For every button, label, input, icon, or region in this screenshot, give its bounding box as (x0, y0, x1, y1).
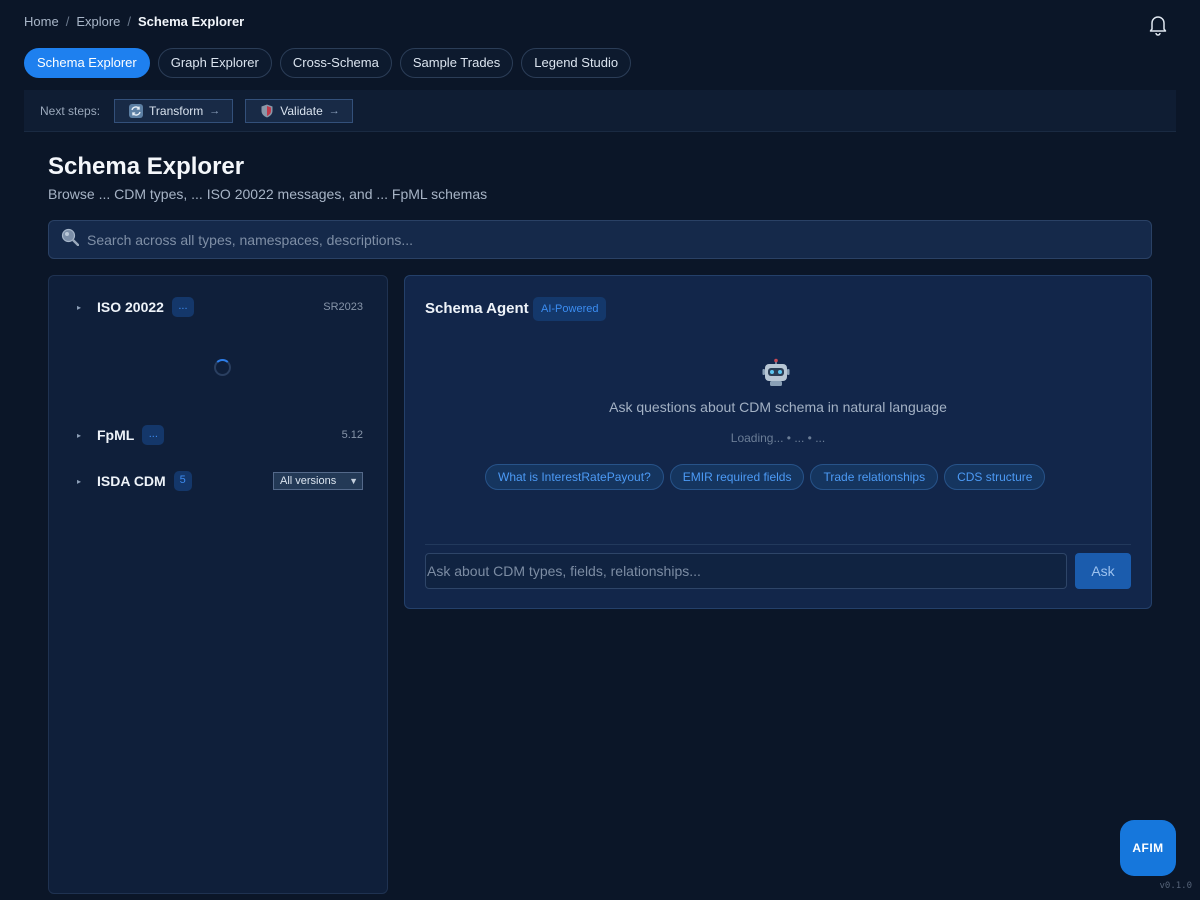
tab-cross-schema[interactable]: Cross-Schema (279, 48, 392, 78)
loading-spinner (214, 359, 231, 376)
agent-title: Schema Agent (425, 300, 529, 317)
ai-powered-badge: AI-Powered (533, 297, 607, 321)
caret-icon[interactable]: ▸ (77, 431, 97, 440)
afim-fab-button[interactable]: AFIM (1120, 820, 1176, 876)
count-badge: 5 (173, 471, 192, 491)
validate-label: Validate (280, 103, 323, 118)
top-bar: Home / Explore / Schema Explorer (24, 14, 1176, 36)
breadcrumb-separator: / (127, 14, 132, 29)
breadcrumb-current: Schema Explorer (138, 14, 245, 29)
breadcrumb-home[interactable]: Home (24, 14, 59, 29)
breadcrumb-separator: / (65, 14, 70, 29)
suggestion-chip[interactable]: What is InterestRatePayout? (485, 464, 664, 490)
chevron-down-icon: ▼ (349, 476, 358, 486)
search-bar (48, 220, 1152, 259)
schema-row-fpml[interactable]: ▸ FpML ... 5.12 (77, 423, 363, 447)
shield-icon (260, 104, 274, 118)
schema-row-iso20022[interactable]: ▸ ISO 20022 ... SR2023 (77, 295, 363, 319)
ask-button[interactable]: Ask (1075, 553, 1131, 589)
transform-icon (129, 103, 144, 118)
page-subtitle: Browse ... CDM types, ... ISO 20022 mess… (48, 186, 488, 202)
count-badge: ... (171, 297, 194, 317)
next-steps-bar: Next steps: Transform → Validate → (24, 90, 1176, 132)
tab-schema-explorer[interactable]: Schema Explorer (24, 48, 150, 78)
caret-icon[interactable]: ▸ (77, 303, 97, 312)
schema-tree-panel: ▸ ISO 20022 ... SR2023 ▸ FpML ... 5.12 ▸… (48, 275, 388, 894)
count-badge: ... (142, 425, 165, 445)
suggestion-chip[interactable]: EMIR required fields (669, 464, 805, 490)
caret-icon[interactable]: ▸ (77, 477, 97, 486)
arrow-right-icon: → (328, 104, 340, 117)
schema-agent-panel: Schema Agent AI-Powered Ask questions ab… (404, 275, 1152, 609)
breadcrumb-explore[interactable]: Explore (76, 14, 120, 29)
suggestion-chip[interactable]: CDS structure (944, 464, 1046, 490)
breadcrumb: Home / Explore / Schema Explorer (24, 14, 1176, 29)
transform-label: Transform (149, 103, 204, 118)
bell-icon[interactable] (1148, 14, 1168, 36)
tab-bar: Schema Explorer Graph Explorer Cross-Sch… (24, 48, 632, 78)
robot-icon (761, 358, 791, 388)
suggestion-chip[interactable]: Trade relationships (810, 464, 939, 490)
schema-version: SR2023 (323, 301, 363, 313)
tab-graph-explorer[interactable]: Graph Explorer (157, 48, 272, 78)
schema-row-isda-cdm[interactable]: ▸ ISDA CDM 5 All versions ▼ (77, 469, 363, 493)
version-select-value: All versions (280, 475, 337, 487)
agent-prompt-text: Ask questions about CDM schema in natura… (609, 399, 947, 415)
search-icon (61, 228, 80, 251)
agent-loading-text: Loading... • ... • ... (730, 431, 826, 445)
schema-name: FpML (97, 427, 135, 443)
schema-name: ISDA CDM (97, 473, 166, 489)
tab-sample-trades[interactable]: Sample Trades (399, 48, 514, 78)
app-version: v0.1.0 (1159, 881, 1192, 891)
tab-legend-studio[interactable]: Legend Studio (521, 48, 632, 78)
schema-version: 5.12 (341, 429, 363, 441)
search-input[interactable] (87, 231, 1151, 248)
transform-button[interactable]: Transform → (114, 98, 234, 123)
version-select[interactable]: All versions ▼ (273, 472, 363, 490)
schema-name: ISO 20022 (97, 299, 164, 315)
agent-question-input[interactable] (425, 553, 1067, 589)
validate-button[interactable]: Validate → (245, 98, 353, 123)
divider (425, 544, 1131, 545)
suggestion-chips: What is InterestRatePayout? EMIR require… (485, 464, 1046, 490)
next-steps-label: Next steps: (40, 103, 101, 118)
arrow-right-icon: → (209, 104, 221, 117)
page-title: Schema Explorer (48, 153, 245, 180)
